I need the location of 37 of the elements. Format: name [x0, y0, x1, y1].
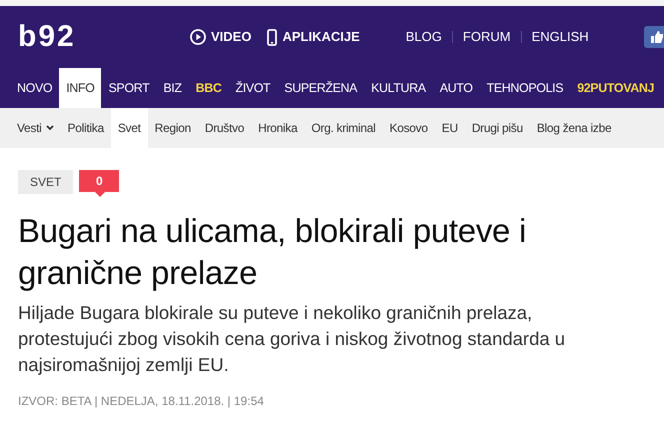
section-tab[interactable]: Kosovo [382, 108, 435, 148]
nav-tab[interactable]: SPORT [101, 68, 156, 108]
header-link[interactable]: FORUM [462, 27, 511, 47]
nav-tab[interactable]: BBC [188, 68, 228, 108]
section-tab[interactable]: Blog žena izbe [530, 108, 618, 148]
nav-tab[interactable]: INFO [59, 68, 102, 108]
section-tab[interactable]: Vesti [10, 108, 61, 148]
section-tab[interactable]: Org. kriminal [304, 108, 382, 148]
video-link[interactable]: VIDEO [190, 27, 252, 47]
section-tab[interactable]: Politika [60, 108, 111, 148]
nav-tab[interactable]: TEHNOPOLIS [480, 68, 570, 108]
section-tab[interactable]: Hronika [251, 108, 304, 148]
like-icon[interactable] [644, 26, 664, 48]
nav-tab[interactable]: ŽIVOT [228, 68, 278, 108]
nav-tab[interactable]: NOVO [10, 68, 60, 108]
play-icon [190, 29, 206, 45]
section-tab[interactable]: Drugi pišu [464, 108, 530, 148]
section-tab[interactable]: EU [434, 108, 465, 148]
nav-tab[interactable]: SUPERŽENA [277, 68, 364, 108]
header-link[interactable]: BLOG [406, 27, 442, 47]
article-title: Bugari na ulicama, blokirali puteve i granične prelaze [18, 211, 528, 293]
phone-icon [267, 28, 278, 46]
apps-link[interactable]: APLIKACIJE [267, 27, 360, 47]
speech-tail-icon [95, 192, 105, 197]
article-meta: IZVOR: BETA | NEDELJA, 18.11.2018. | 19:54 [18, 393, 265, 410]
comment-count-badge[interactable]: 0 [79, 170, 120, 192]
nav-tab[interactable]: AUTO [432, 68, 480, 108]
article-lead: Hiljade Bugara blokirale su puteve i nekoliko graničnih prelaza, protestujući zbog visokih cena goriva i niskog životnog standarda u najsiromašnijoj zemlji EU. [18, 301, 566, 377]
nav-tab[interactable]: BIZ [156, 68, 189, 108]
header-link[interactable]: ENGLISH [532, 27, 589, 47]
category-tag[interactable]: SVET [18, 170, 74, 194]
section-tab[interactable]: Društvo [198, 108, 252, 148]
site-logo[interactable]: b92 [18, 22, 168, 52]
section-tab[interactable]: Svet [110, 108, 148, 148]
section-tab[interactable]: Region [148, 108, 198, 148]
nav-tab[interactable]: KULTURA [364, 68, 433, 108]
nav-tab[interactable]: 92PUTOVANJ [570, 68, 662, 108]
